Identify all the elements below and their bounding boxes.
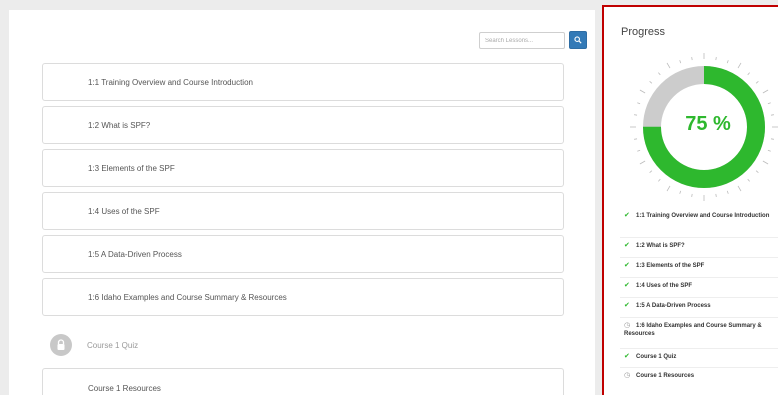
donut-tick bbox=[639, 160, 646, 165]
donut-tick bbox=[649, 170, 653, 173]
donut-tick bbox=[658, 72, 661, 76]
resources-card[interactable]: Course 1 Resources bbox=[42, 368, 564, 395]
check-icon: ✔ bbox=[624, 262, 630, 269]
progress-item[interactable]: ✔ 1:1 Training Overview and Course Introd… bbox=[624, 212, 778, 220]
donut-tick bbox=[691, 57, 693, 61]
donut-tick bbox=[737, 62, 742, 69]
check-icon: ✔ bbox=[624, 242, 630, 249]
progress-divider bbox=[620, 277, 778, 278]
progress-item-label: Course 1 Resources bbox=[636, 373, 695, 379]
progress-divider bbox=[620, 367, 778, 368]
search-icon bbox=[574, 36, 582, 44]
progress-item-label: Course 1 Quiz bbox=[636, 354, 677, 360]
progress-item-label: 1:5 A Data-Driven Process bbox=[636, 303, 711, 309]
search-button[interactable] bbox=[569, 31, 587, 49]
donut-tick bbox=[679, 60, 682, 64]
donut-tick bbox=[762, 160, 769, 165]
lesson-label: 1:6 Idaho Examples and Course Summary & … bbox=[88, 292, 287, 302]
progress-item-label: 1:3 Elements of the SPF bbox=[636, 263, 705, 269]
donut-tick bbox=[737, 185, 742, 192]
donut-tick bbox=[770, 114, 774, 116]
lesson-label: 1:2 What is SPF? bbox=[88, 120, 151, 130]
donut-tick bbox=[747, 178, 750, 182]
quiz-label: Course 1 Quiz bbox=[87, 340, 139, 350]
check-icon: ✔ bbox=[624, 302, 630, 309]
donut-tick bbox=[634, 138, 638, 140]
clock-icon: ◷ bbox=[624, 322, 631, 329]
progress-divider bbox=[620, 317, 778, 318]
progress-item[interactable]: ✔ 1:3 Elements of the SPF bbox=[624, 262, 778, 270]
donut-tick bbox=[726, 60, 729, 64]
check-icon: ✔ bbox=[624, 282, 630, 289]
search-input[interactable] bbox=[479, 32, 565, 49]
donut-tick bbox=[715, 193, 717, 197]
lesson-label: 1:3 Elements of the SPF bbox=[88, 163, 175, 173]
quiz-row[interactable]: Course 1 Quiz bbox=[42, 329, 564, 361]
lessons-panel: 1:1 Training Overview and Course Introdu… bbox=[9, 10, 595, 395]
donut-tick bbox=[666, 62, 671, 69]
clock-icon: ◷ bbox=[624, 372, 631, 379]
progress-item[interactable]: ✔ 1:5 A Data-Driven Process bbox=[624, 302, 778, 310]
lesson-card-1-4[interactable]: 1:4 Uses of the SPF bbox=[42, 192, 564, 230]
donut-tick bbox=[762, 89, 769, 94]
progress-item-label: 1:4 Uses of the SPF bbox=[636, 283, 693, 289]
check-icon: ✔ bbox=[624, 212, 630, 219]
donut-tick bbox=[634, 114, 638, 116]
progress-divider bbox=[620, 348, 778, 349]
donut-tick bbox=[767, 149, 771, 152]
donut-tick bbox=[770, 138, 774, 140]
lesson-label: 1:5 A Data-Driven Process bbox=[88, 249, 182, 259]
progress-divider bbox=[620, 237, 778, 238]
lesson-card-1-5[interactable]: 1:5 A Data-Driven Process bbox=[42, 235, 564, 273]
donut-tick bbox=[726, 190, 729, 194]
progress-item-label: 1:2 What is SPF? bbox=[636, 243, 685, 249]
donut-tick bbox=[767, 102, 771, 105]
donut-tick bbox=[639, 89, 646, 94]
progress-item-label: 1:1 Training Overview and Course Introdu… bbox=[636, 213, 770, 219]
lesson-card-1-1[interactable]: 1:1 Training Overview and Course Introdu… bbox=[42, 63, 564, 101]
lesson-card-1-2[interactable]: 1:2 What is SPF? bbox=[42, 106, 564, 144]
progress-divider bbox=[620, 297, 778, 298]
donut-tick bbox=[715, 57, 717, 61]
donut-tick bbox=[637, 149, 641, 152]
resources-label: Course 1 Resources bbox=[88, 384, 161, 393]
donut-tick bbox=[649, 81, 653, 84]
progress-item[interactable]: ✔ 1:4 Uses of the SPF bbox=[624, 282, 778, 290]
lock-icon bbox=[50, 334, 72, 356]
progress-divider bbox=[620, 257, 778, 258]
donut-tick bbox=[755, 170, 759, 173]
donut-tick bbox=[755, 81, 759, 84]
progress-donut bbox=[630, 53, 778, 201]
donut-tick bbox=[658, 178, 661, 182]
donut-tick bbox=[691, 193, 693, 197]
donut-tick bbox=[679, 190, 682, 194]
lesson-card-1-6[interactable]: 1:6 Idaho Examples and Course Summary & … bbox=[42, 278, 564, 316]
progress-item[interactable]: ✔ 1:2 What is SPF? bbox=[624, 242, 778, 250]
progress-percent: 75 % bbox=[685, 113, 731, 135]
progress-item[interactable]: ◷ 1:6 Idaho Examples and Course Summary &… bbox=[624, 322, 778, 338]
donut-tick bbox=[666, 185, 671, 192]
progress-panel: Progress 75 % ✔ 1:1 Training Overview and… bbox=[602, 5, 778, 395]
lesson-label: 1:4 Uses of the SPF bbox=[88, 206, 160, 216]
donut-tick bbox=[747, 72, 750, 76]
progress-item[interactable]: ✔ Course 1 Quiz bbox=[624, 353, 778, 361]
progress-item-label: 1:6 Idaho Examples and Course Summary & … bbox=[624, 323, 762, 337]
lesson-card-1-3[interactable]: 1:3 Elements of the SPF bbox=[42, 149, 564, 187]
donut-tick bbox=[637, 102, 641, 105]
progress-item[interactable]: ◷ Course 1 Resources bbox=[624, 372, 778, 380]
check-icon: ✔ bbox=[624, 353, 630, 360]
lesson-label: 1:1 Training Overview and Course Introdu… bbox=[88, 77, 253, 87]
